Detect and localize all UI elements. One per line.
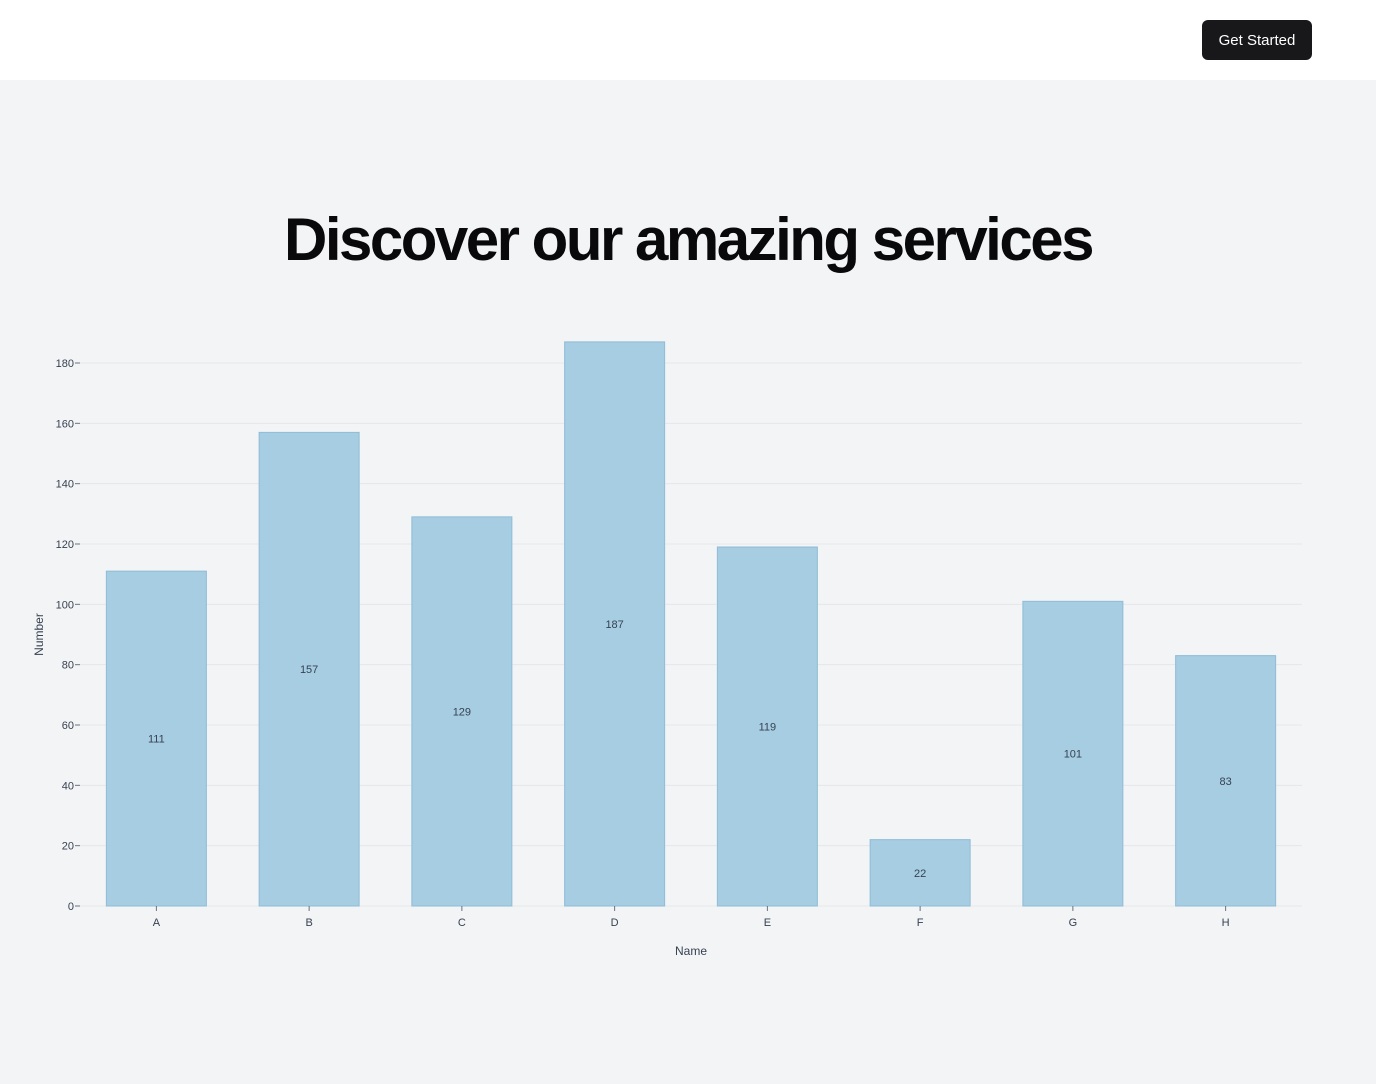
x-tick-label: E xyxy=(764,917,771,929)
bar-value-label: 129 xyxy=(453,706,471,718)
x-tick-label: B xyxy=(305,917,312,929)
y-axis-title: Number xyxy=(32,613,46,656)
hero-title: Discover our amazing services xyxy=(284,206,1094,273)
y-tick-label: 160 xyxy=(56,418,74,430)
bar-value-label: 111 xyxy=(148,734,165,746)
x-tick-label: H xyxy=(1222,917,1230,929)
y-tick-label: 180 xyxy=(56,358,74,370)
y-tick-label: 20 xyxy=(62,841,74,853)
y-tick-label: 140 xyxy=(56,479,74,491)
bar-value-label: 22 xyxy=(914,868,926,880)
x-tick-label: F xyxy=(917,917,924,929)
y-tick-label: 100 xyxy=(56,599,74,611)
x-tick-label: A xyxy=(153,917,161,929)
bar-value-label: 83 xyxy=(1220,776,1232,788)
x-tick-label: D xyxy=(611,917,619,929)
x-tick-label: C xyxy=(458,917,466,929)
y-tick-label: 60 xyxy=(62,720,74,732)
top-navbar: Get Started xyxy=(0,0,1376,80)
bar-value-label: 119 xyxy=(759,722,777,734)
bar-value-label: 187 xyxy=(605,619,623,631)
get-started-button[interactable]: Get Started xyxy=(1202,20,1312,60)
x-tick-label: G xyxy=(1069,917,1078,929)
bar-value-label: 101 xyxy=(1064,749,1082,761)
y-tick-label: 120 xyxy=(56,539,74,551)
y-tick-label: 40 xyxy=(62,780,74,792)
y-tick-label: 0 xyxy=(68,901,74,913)
x-axis-title: Name xyxy=(675,944,707,958)
bar-chart: 0 20 40 60 80 100 120 140 160 180 111 A 157 B 129 C 187 D… xyxy=(32,341,1302,958)
bar-value-label: 157 xyxy=(300,664,318,676)
y-tick-label: 80 xyxy=(62,660,74,672)
